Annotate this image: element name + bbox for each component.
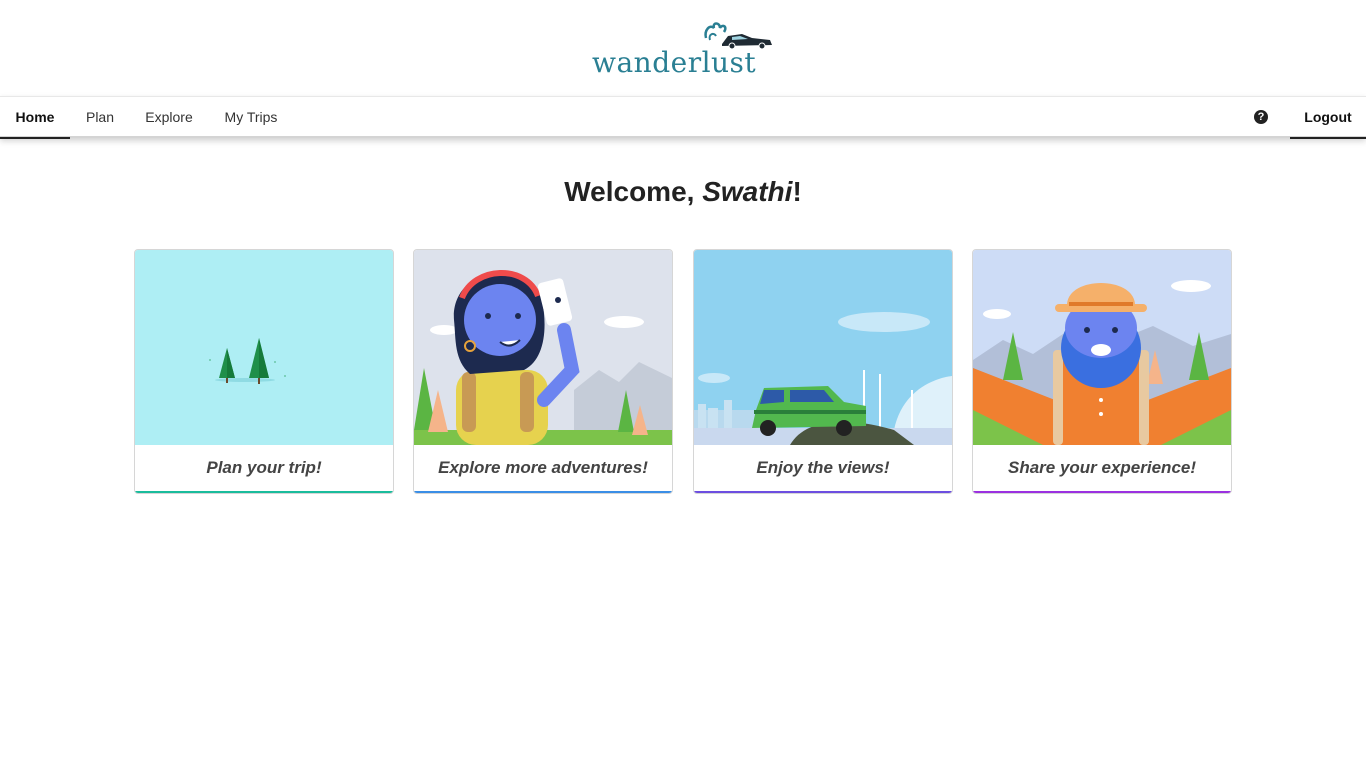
nav-plan[interactable]: Plan (80, 97, 120, 139)
girl-selfie-illustration (414, 250, 672, 445)
pine-trees-illustration (135, 250, 393, 445)
car-road-trip-illustration (694, 250, 952, 445)
logo-wordmark: wanderlust (592, 46, 757, 79)
card-caption: Enjoy the views! (756, 458, 890, 477)
card-explore-adventures[interactable]: Explore more adventures! (413, 249, 673, 494)
header: wanderlust (0, 0, 1366, 96)
wanderlust-logo[interactable]: wanderlust (590, 20, 780, 84)
user-name: Swathi (702, 176, 793, 207)
nav-home[interactable]: Home (0, 97, 70, 139)
card-accent-bar (694, 491, 952, 493)
card-accent-bar (973, 491, 1231, 493)
nav-explore[interactable]: Explore (140, 97, 198, 139)
logout-button[interactable]: Logout (1290, 97, 1366, 139)
card-caption: Explore more adventures! (438, 458, 648, 477)
main-navbar: Home Plan Explore My Trips ? Logout (0, 96, 1366, 139)
card-caption: Share your experience! (1007, 458, 1197, 477)
welcome-heading: Welcome, Swathi! (0, 176, 1366, 208)
card-caption: Plan your trip! (206, 458, 322, 477)
card-share-experience[interactable]: Share your experience! (972, 249, 1232, 494)
welcome-prefix: Welcome, (564, 176, 703, 207)
card-accent-bar (135, 491, 393, 493)
card-accent-bar (414, 491, 672, 493)
nav-my-trips[interactable]: My Trips (218, 97, 284, 139)
bearded-traveler-illustration (973, 250, 1231, 445)
card-enjoy-views[interactable]: Enjoy the views! (693, 249, 953, 494)
question-circle-icon[interactable]: ? (1254, 110, 1268, 124)
welcome-suffix: ! (792, 176, 802, 207)
card-plan-trip[interactable]: Plan your trip! (134, 249, 394, 494)
